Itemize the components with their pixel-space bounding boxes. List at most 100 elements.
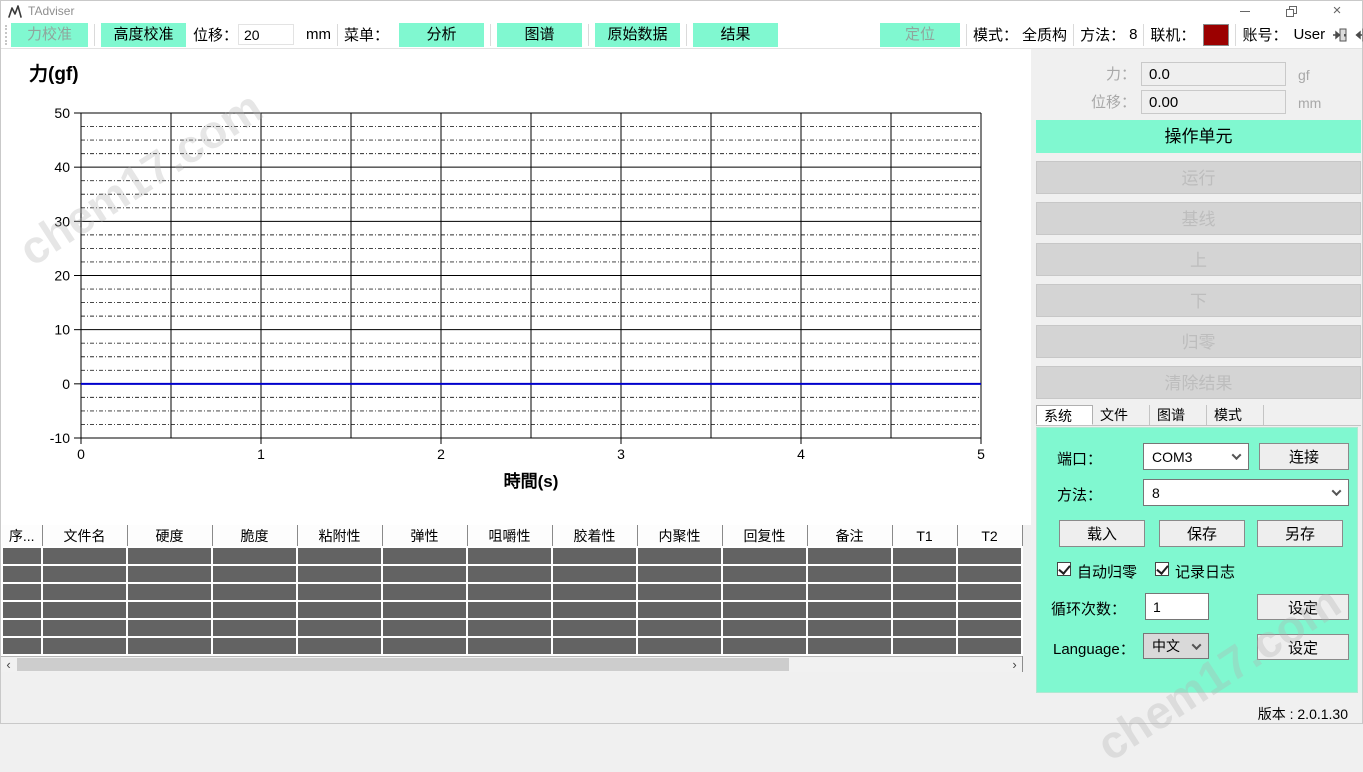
chevron-down-icon: [1232, 450, 1242, 460]
column-header[interactable]: 硬度: [127, 525, 212, 547]
table-cell: [957, 601, 1022, 619]
table-cell: [807, 619, 892, 637]
table-cell: [722, 601, 807, 619]
column-header[interactable]: 内聚性: [637, 525, 722, 547]
tab-file[interactable]: 文件: [1093, 405, 1150, 425]
down-button[interactable]: 下: [1036, 284, 1361, 317]
table-cell: [297, 601, 382, 619]
tab-graph[interactable]: 图谱: [1150, 405, 1207, 425]
save-button[interactable]: 保存: [1159, 520, 1245, 547]
connect-button[interactable]: 连接: [1259, 443, 1349, 470]
table-cell: [552, 565, 637, 583]
logout-icon[interactable]: [1355, 27, 1363, 43]
set-language-button[interactable]: 设定: [1257, 634, 1349, 660]
app-window: { "colors": { "accent_teal": "#80F8D0", …: [0, 0, 1363, 724]
table-row[interactable]: [2, 619, 1022, 637]
column-header[interactable]: 文件名: [42, 525, 127, 547]
zero-button[interactable]: 归零: [1036, 325, 1361, 358]
close-button[interactable]: ×: [1318, 1, 1356, 21]
clear-results-button[interactable]: 清除结果: [1036, 366, 1361, 399]
column-header[interactable]: 胶着性: [552, 525, 637, 547]
minimize-button[interactable]: [1226, 1, 1264, 21]
raw-data-button[interactable]: 原始数据: [595, 23, 680, 47]
table-cell: [212, 583, 297, 601]
minimize-icon: [1240, 11, 1250, 12]
table-cell: [552, 601, 637, 619]
port-select-value: COM3: [1152, 449, 1192, 465]
table-cell: [807, 583, 892, 601]
run-button[interactable]: 运行: [1036, 161, 1361, 194]
column-header[interactable]: 弹性: [382, 525, 467, 547]
port-select[interactable]: COM3: [1143, 443, 1249, 470]
force-readout-field: [1141, 62, 1286, 86]
column-header[interactable]: T1: [892, 525, 957, 547]
horizontal-scrollbar[interactable]: ‹ ›: [1, 656, 1022, 672]
toolbar-grip[interactable]: [5, 25, 7, 45]
chart-y-axis-title: 力(gf): [29, 59, 79, 86]
force-calibration-button[interactable]: 力校准: [11, 23, 88, 47]
baseline-button[interactable]: 基线: [1036, 202, 1361, 235]
table-cell: [892, 601, 957, 619]
mode-label: 模式：: [973, 24, 1018, 45]
auto-zero-checkbox[interactable]: [1057, 562, 1071, 576]
login-icon[interactable]: [1332, 27, 1348, 43]
column-header[interactable]: 脆度: [212, 525, 297, 547]
toolbar-separator: [1235, 24, 1236, 46]
graph-button[interactable]: 图谱: [497, 23, 582, 47]
auto-zero-label: 自动归零: [1077, 561, 1137, 582]
table-row[interactable]: [2, 547, 1022, 565]
set-cycles-button[interactable]: 设定: [1257, 594, 1349, 620]
column-header[interactable]: T2: [957, 525, 1022, 547]
height-calibration-button[interactable]: 高度校准: [101, 23, 186, 47]
account-value: User: [1293, 26, 1325, 43]
table-cell: [382, 583, 467, 601]
save-as-button[interactable]: 另存: [1257, 520, 1343, 547]
table-row[interactable]: [2, 637, 1022, 655]
svg-text:30: 30: [54, 213, 70, 229]
language-select[interactable]: 中文: [1143, 633, 1209, 659]
table-cell: [467, 583, 552, 601]
window-title: TAdviser: [28, 4, 74, 18]
scroll-right-arrow-icon[interactable]: ›: [1007, 657, 1022, 672]
tab-mode[interactable]: 模式: [1207, 405, 1264, 425]
scrollbar-thumb[interactable]: [17, 658, 789, 671]
toolbar-separator: [966, 24, 967, 46]
language-select-value: 中文: [1152, 636, 1180, 656]
up-button[interactable]: 上: [1036, 243, 1361, 276]
table-cell: [212, 619, 297, 637]
analyze-button[interactable]: 分析: [399, 23, 484, 47]
column-header[interactable]: 序...: [2, 525, 42, 547]
cycles-input[interactable]: [1145, 593, 1209, 620]
results-button[interactable]: 结果: [693, 23, 778, 47]
table-cell: [467, 601, 552, 619]
table-row[interactable]: [2, 583, 1022, 601]
method-select[interactable]: 8: [1143, 479, 1349, 506]
svg-text:5: 5: [977, 446, 985, 462]
results-table: 序...文件名硬度脆度粘附性弹性咀嚼性胶着性内聚性回复性备注T1T2: [1, 525, 1023, 656]
column-header[interactable]: 备注: [807, 525, 892, 547]
operation-unit-button[interactable]: 操作单元: [1036, 120, 1361, 153]
tab-system[interactable]: 系统: [1036, 405, 1093, 425]
cycles-label: 循环次数：: [1051, 598, 1126, 619]
displacement-unit: mm: [1298, 90, 1321, 116]
column-header[interactable]: 咀嚼性: [467, 525, 552, 547]
svg-text:4: 4: [797, 446, 805, 462]
column-header[interactable]: 粘附性: [297, 525, 382, 547]
table-cell: [2, 637, 42, 655]
log-checkbox[interactable]: [1155, 562, 1169, 576]
locate-button[interactable]: 定位: [880, 23, 960, 47]
table-cell: [467, 619, 552, 637]
toolbar-separator: [1073, 24, 1074, 46]
load-button[interactable]: 载入: [1059, 520, 1145, 547]
column-header[interactable]: 回复性: [722, 525, 807, 547]
scroll-left-arrow-icon[interactable]: ‹: [1, 657, 16, 672]
table-row[interactable]: [2, 565, 1022, 583]
table-cell: [127, 547, 212, 565]
restore-button[interactable]: [1272, 1, 1310, 21]
displacement-input[interactable]: [238, 24, 294, 45]
displacement-readout-label: 位移：: [1036, 90, 1136, 116]
table-cell: [297, 547, 382, 565]
table-row[interactable]: [2, 601, 1022, 619]
table-cell: [722, 547, 807, 565]
online-status-indicator: [1203, 24, 1229, 46]
